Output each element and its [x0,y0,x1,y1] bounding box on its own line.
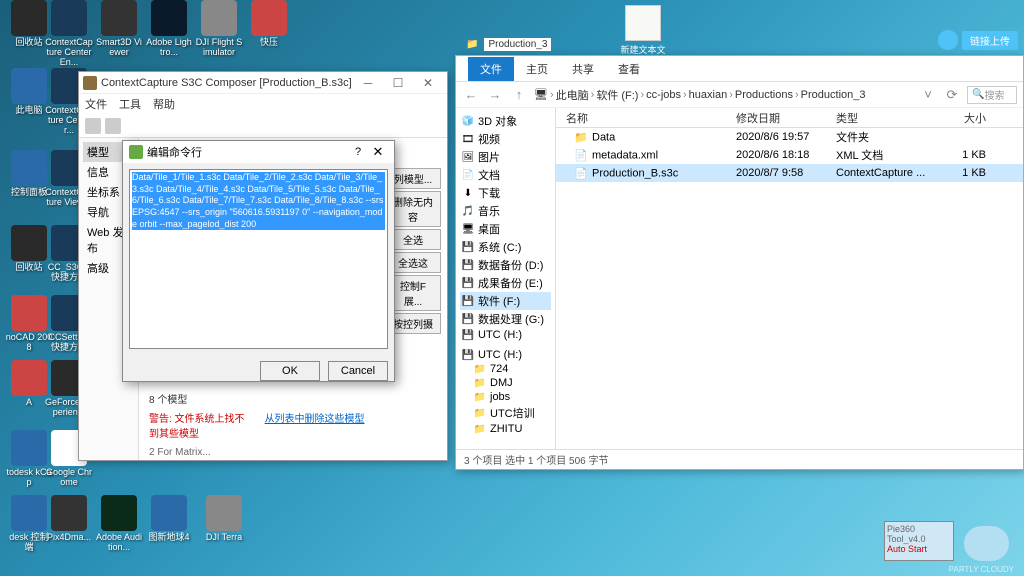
tree-item[interactable]: 📁UTC培训 [460,404,551,422]
desktop-icon[interactable]: DJI Flight Simulator [195,0,243,58]
model-count: 8 个模型 [149,391,437,406]
minimize-button[interactable]: ─ [353,73,383,93]
menu-tools[interactable]: 工具 [119,96,141,112]
explorer-window: 文件 主页 共享 查看 📁 Production_3 ← → ↑ 🖥 ›此电脑 … [455,55,1024,470]
file-row[interactable]: 📁Data2020/8/6 19:57文件夹 [556,128,1023,146]
tree-item[interactable]: 🎵音乐 [460,202,551,220]
explorer-ribbon-tabs: 文件 主页 共享 查看 [456,56,1023,82]
app-icon [83,76,97,90]
weather-text: PARTLY CLOUDY [949,565,1014,574]
nav-up-button[interactable]: ↑ [510,86,528,104]
tree-item[interactable]: 💾成果备份 (E:) [460,274,551,292]
tab-home[interactable]: 主页 [514,57,560,81]
remove-missing-link[interactable]: 从列表中删除这些模型 [265,410,365,440]
tree-item[interactable]: 💾数据备份 (D:) [460,256,551,274]
dialog-close-button[interactable]: ✕ [368,144,388,160]
tree-item[interactable]: 💾系统 (C:) [460,238,551,256]
tree-item[interactable]: 📁jobs [460,390,551,404]
dialog-titlebar[interactable]: 编辑命令行 ? ✕ [123,141,394,163]
tree-item[interactable]: 💾数据处理 (G:) [460,310,551,328]
breadcrumb[interactable]: 🖥 ›此电脑 ›软件 (F:) ›cc-jobs ›huaxian ›Produ… [534,87,913,103]
dialog-icon [129,145,143,159]
tab-share[interactable]: 共享 [560,57,606,81]
edit-command-dialog: 编辑命令行 ? ✕ Data/Tile_1/Tile_1.s3c Data/Ti… [122,140,395,382]
menubar: 文件 工具 帮助 [79,94,447,114]
command-textarea[interactable]: Data/Tile_1/Tile_1.s3c Data/Tile_2/Tile_… [129,169,388,349]
dialog-title: 编辑命令行 [147,144,348,160]
maximize-button[interactable]: ☐ [383,73,413,93]
tool-save-icon[interactable] [105,118,121,134]
file-row[interactable]: 📄Production_B.s3c2020/8/7 9:58ContextCap… [556,164,1023,182]
folder-icon: 📁 [466,39,478,50]
nav-forward-button[interactable]: → [486,86,504,104]
footer-status: 2 For Matrix... [149,447,211,458]
ok-button[interactable]: OK [260,361,320,381]
refresh-button[interactable]: ⟳ [943,86,961,104]
tree-item[interactable]: 🖥桌面 [460,220,551,238]
desktop-icon[interactable]: Adobe Audition... [95,495,143,553]
tree-item[interactable]: ⬇下载 [460,184,551,202]
cloud-icon [938,30,958,50]
cloud-logo-icon [964,526,1009,561]
desktop-icon[interactable]: DJI Terra [200,495,248,543]
window-title: ContextCapture S3C Composer [Production_… [101,77,353,89]
desktop-icon[interactable]: ContextCapture Center En... [45,0,93,68]
menu-file[interactable]: 文件 [85,96,107,112]
explorer-tree[interactable]: 🧊3D 对象🎞视频🖼图片📄文档⬇下载🎵音乐🖥桌面💾系统 (C:)💾数据备份 (D… [456,108,556,449]
desktop-icon[interactable]: Adobe Lightro... [145,0,193,58]
explorer-title: Production_3 [484,38,551,51]
explorer-file-list: 名称 修改日期 类型 大小 📁Data2020/8/6 19:57文件夹📄met… [556,108,1023,449]
desktop-icon[interactable]: 图新地球4 [145,495,193,543]
tab-file[interactable]: 文件 [468,57,514,81]
tree-item[interactable]: 📄文档 [460,166,551,184]
upload-link-button[interactable]: 链接上传 [962,31,1018,50]
toolbar [79,114,447,138]
pie360-tool-widget[interactable]: Pie360 Tool_v4.0 Auto Start [884,521,954,561]
breadcrumb-dropdown[interactable]: ˅ [919,86,937,104]
file-row[interactable]: 📄metadata.xml2020/8/6 18:18XML 文档1 KB [556,146,1023,164]
desktop-icon[interactable]: Smart3D Viewer [95,0,143,58]
warning-text: 警告: 文件系统上找不 [149,414,245,425]
composer-titlebar[interactable]: ContextCapture S3C Composer [Production_… [79,72,447,94]
tree-item[interactable]: 📁ZHITU [460,422,551,436]
tree-item[interactable]: 💾UTC (H:) [460,348,551,362]
menu-help[interactable]: 帮助 [153,96,175,112]
tree-item[interactable]: 🧊3D 对象 [460,112,551,130]
tree-item[interactable]: 🎞视频 [460,130,551,148]
desktop-icon[interactable]: 快压 [245,0,293,48]
tree-item[interactable]: 💾UTC (H:) [460,328,551,342]
help-button[interactable]: ? [348,146,368,158]
nav-back-button[interactable]: ← [462,86,480,104]
close-button[interactable]: ✕ [413,73,443,93]
list-header[interactable]: 名称 修改日期 类型 大小 [556,108,1023,128]
tab-view[interactable]: 查看 [606,57,652,81]
explorer-status-bar: 3 个项目 选中 1 个项目 506 字节 [456,449,1023,469]
tool-open-icon[interactable] [85,118,101,134]
cancel-button[interactable]: Cancel [328,361,388,381]
search-input[interactable]: 🔍 搜索 [967,86,1017,104]
tree-item[interactable]: 🖼图片 [460,148,551,166]
tree-item[interactable]: 💾软件 (F:) [460,292,551,310]
tree-item[interactable]: 📁DMJ [460,376,551,390]
cloud-upload-widget: 链接上传 [938,30,1018,50]
desktop-icon[interactable]: Pix4Dma... [45,495,93,543]
tree-item[interactable]: 📁724 [460,362,551,376]
